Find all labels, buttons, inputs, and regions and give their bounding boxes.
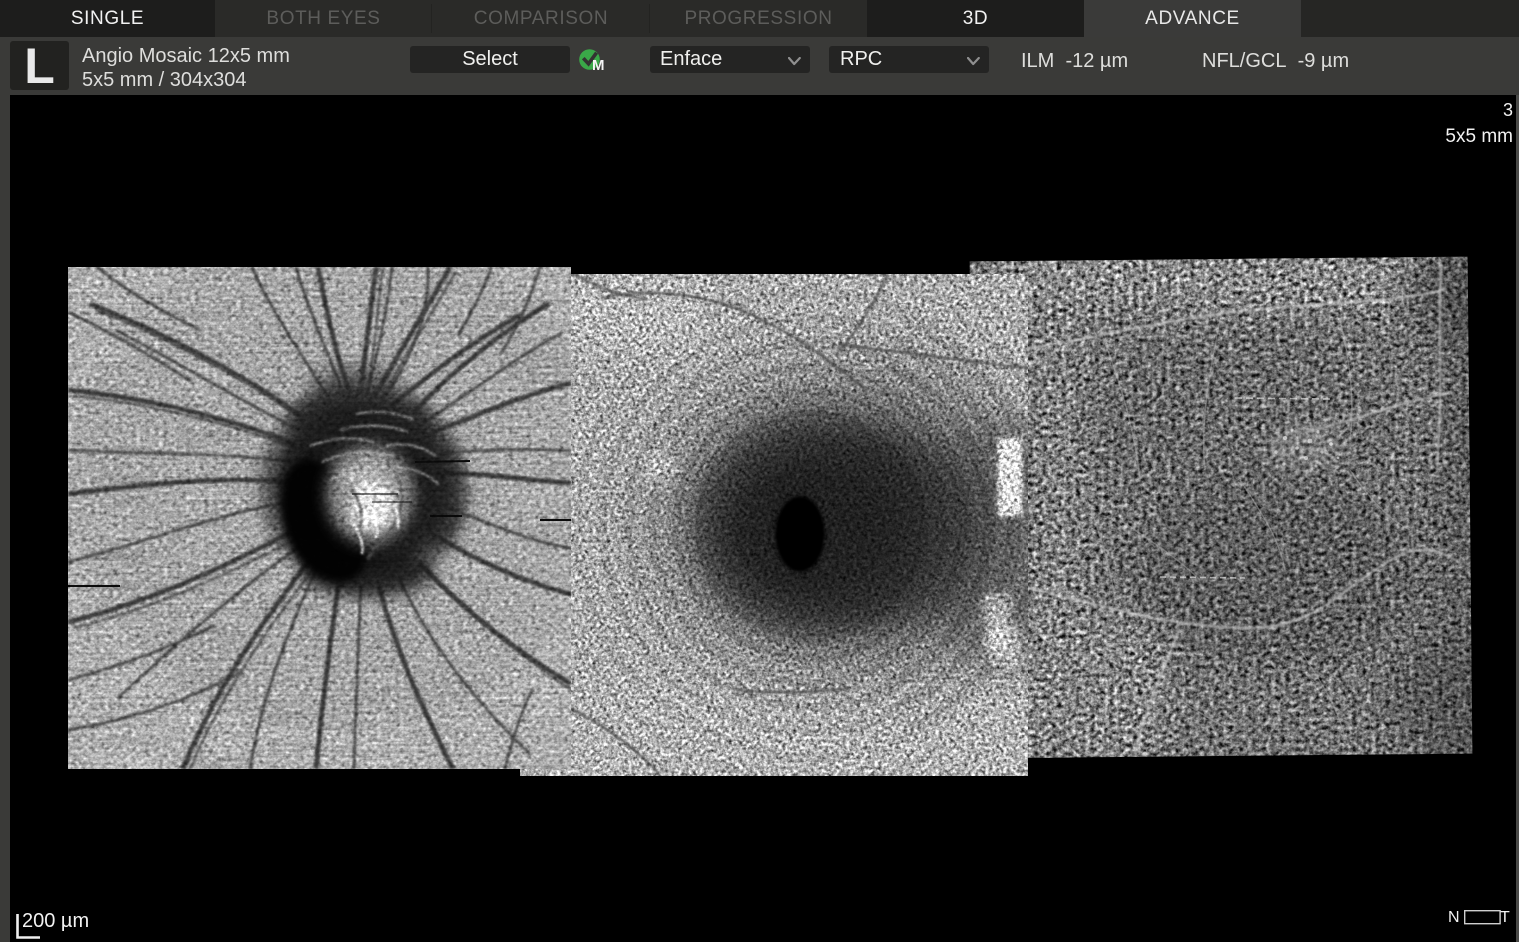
svg-text:M: M (592, 57, 605, 74)
